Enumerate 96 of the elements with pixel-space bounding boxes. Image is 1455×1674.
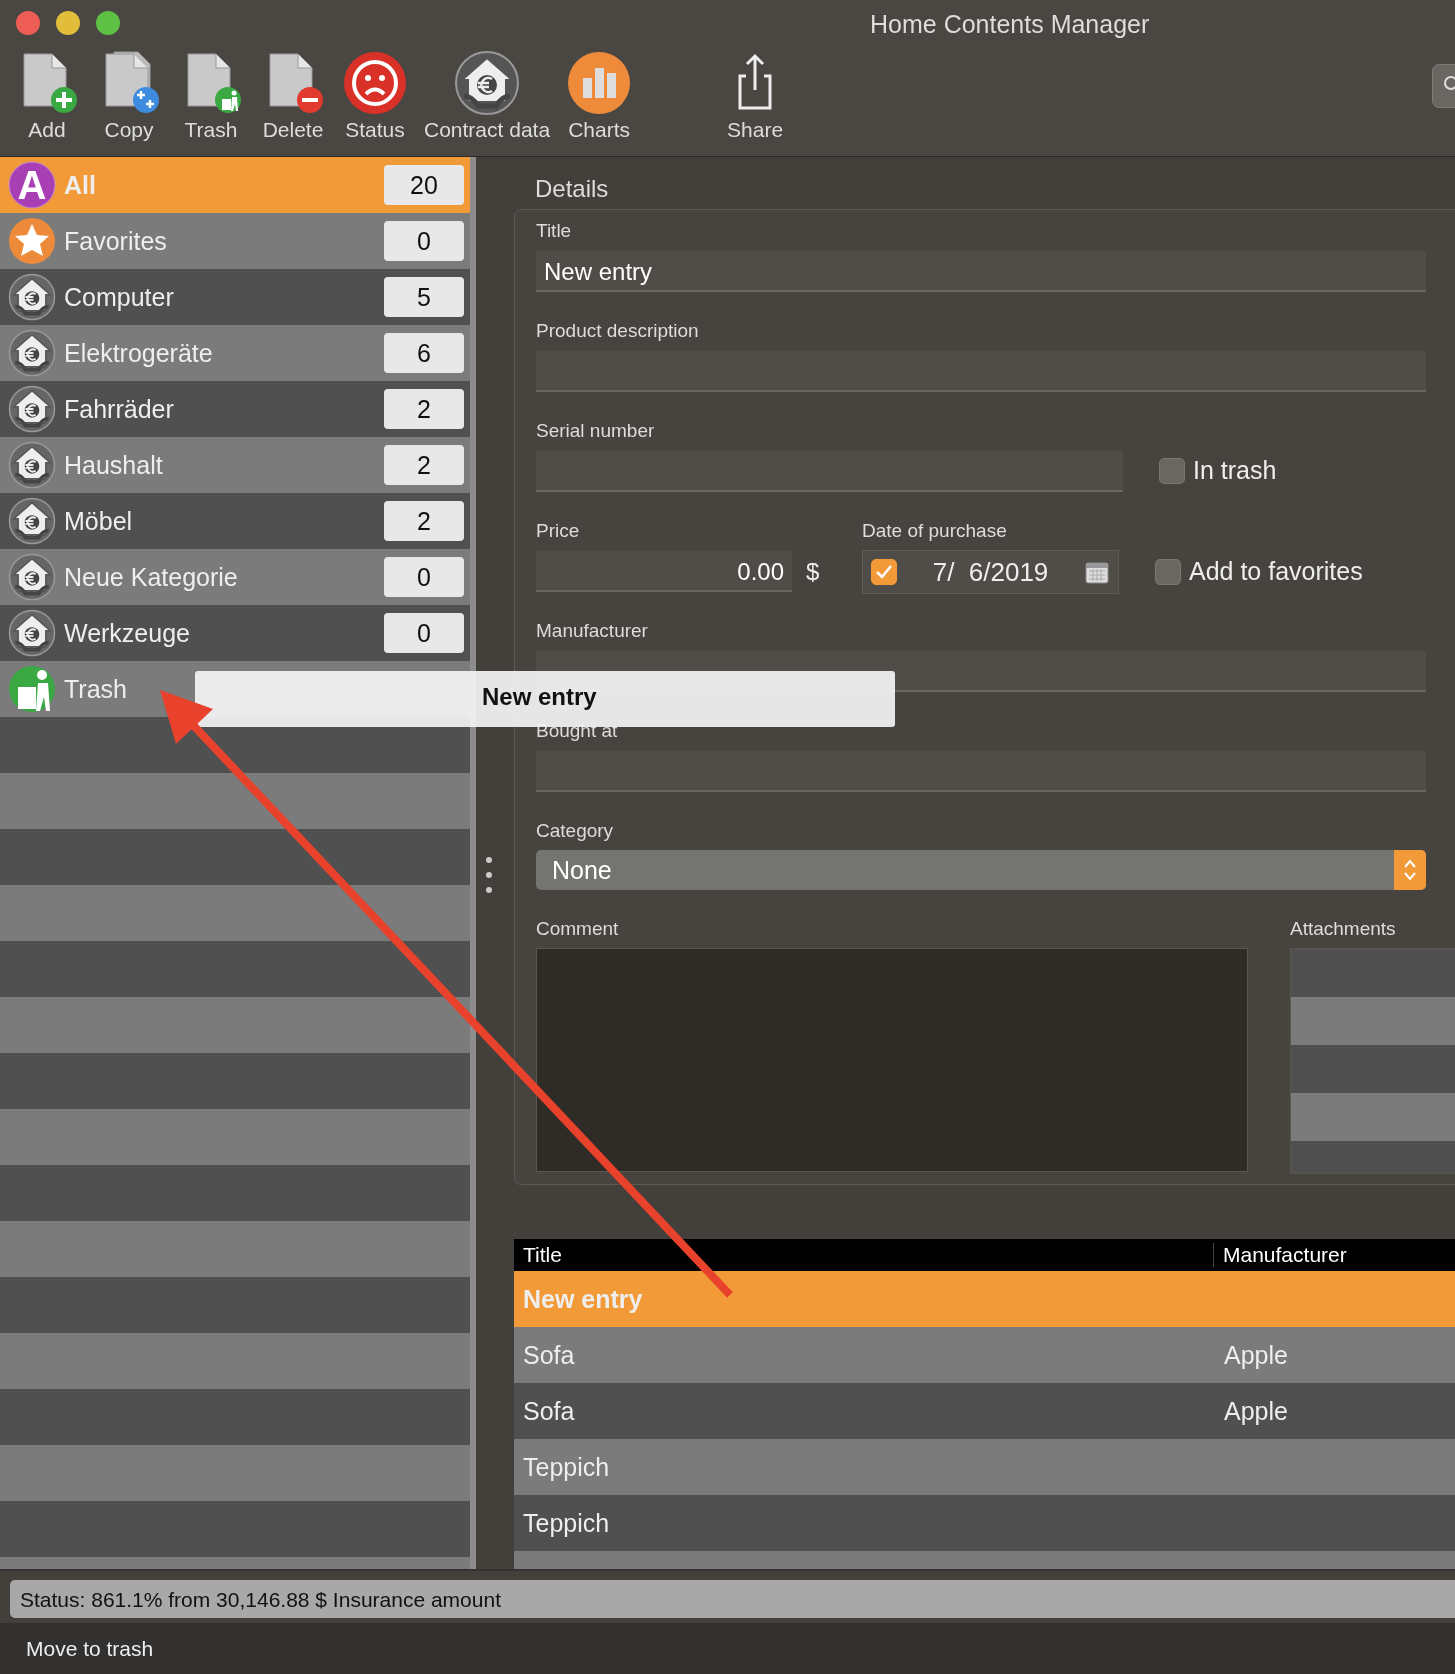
table-row[interactable]: Sofa Apple bbox=[514, 1383, 1455, 1439]
sidebar-label: Fahrräder bbox=[64, 394, 175, 424]
table-row[interactable]: Sofa Apple bbox=[514, 1327, 1455, 1383]
trash-toolbar-button[interactable]: Trash bbox=[174, 46, 248, 142]
sidebar-item[interactable]: Neue Kategorie 0 bbox=[0, 549, 470, 605]
sidebar-item[interactable]: A All 20 bbox=[0, 157, 470, 213]
column-header[interactable]: Title bbox=[514, 1243, 1214, 1267]
sidebar-item[interactable]: Computer 5 bbox=[0, 269, 470, 325]
table-cell-text: Sofa bbox=[522, 1340, 576, 1370]
house-euro-icon bbox=[8, 441, 56, 489]
house-euro-icon bbox=[8, 609, 56, 657]
item-count: 2 bbox=[384, 501, 464, 541]
trash-icon bbox=[8, 665, 56, 713]
house-euro-icon bbox=[454, 50, 521, 116]
item-count: 2 bbox=[384, 445, 464, 485]
status-bar: Status: 861.1% from 30,146.88 $ Insurance amount bbox=[10, 1580, 1455, 1618]
date-picker[interactable]: 7/ 6/2019 bbox=[862, 550, 1119, 594]
house-euro-icon bbox=[8, 385, 56, 433]
contract-toolbar-button[interactable]: Contract data bbox=[420, 46, 555, 142]
sidebar-item[interactable]: Favorites 0 bbox=[0, 213, 470, 269]
currency-label: $ bbox=[806, 558, 821, 587]
sidebar-label: All bbox=[64, 170, 97, 200]
sidebar-item[interactable]: Werkzeuge 0 bbox=[0, 605, 470, 661]
input-field[interactable] bbox=[536, 750, 1426, 792]
share-toolbar-button[interactable]: Share bbox=[718, 46, 793, 142]
checkbox[interactable]: Add to favorites bbox=[1155, 557, 1363, 586]
sidebar-label: Werkzeuge bbox=[64, 618, 191, 648]
status-toolbar-button[interactable]: Status bbox=[338, 46, 412, 142]
sidebar-label: Trash bbox=[64, 674, 128, 704]
letter-badge-icon: A bbox=[8, 161, 56, 209]
calendar-icon bbox=[1084, 559, 1110, 585]
sidebar-label: Neue Kategorie bbox=[64, 562, 239, 592]
attachments-list[interactable] bbox=[1290, 948, 1455, 1174]
field-label: Title bbox=[536, 220, 573, 242]
price-field[interactable]: 0.00 bbox=[536, 550, 792, 592]
input-field[interactable] bbox=[536, 450, 1123, 492]
field-label: Comment bbox=[536, 918, 620, 940]
field-label: Serial number bbox=[536, 420, 656, 442]
charts-toolbar-button[interactable]: Charts bbox=[562, 46, 637, 142]
delete-toolbar-button[interactable]: Delete bbox=[256, 46, 330, 142]
sidebar-label: Möbel bbox=[64, 506, 134, 536]
window-title: Home Contents Manager bbox=[870, 10, 1150, 39]
field-label: Manufacturer bbox=[536, 620, 649, 642]
sidebar-item[interactable]: Haushalt 2 bbox=[0, 437, 470, 493]
item-count: 0 bbox=[384, 557, 464, 597]
date-value: 7/ 6/2019 bbox=[931, 556, 1050, 588]
table-cell-text: Teppich bbox=[522, 1508, 611, 1538]
checkmark-icon bbox=[875, 563, 893, 581]
house-euro-icon bbox=[8, 329, 56, 377]
title-field[interactable]: New entry bbox=[536, 250, 1426, 292]
table-row[interactable]: Teppich bbox=[514, 1439, 1455, 1495]
checkbox[interactable]: In trash bbox=[1159, 456, 1277, 485]
item-count: 0 bbox=[384, 221, 464, 261]
input-field[interactable] bbox=[536, 350, 1426, 392]
close-button[interactable] bbox=[16, 11, 40, 35]
table-cell-text: New entry bbox=[522, 1284, 644, 1314]
item-count: 20 bbox=[384, 165, 464, 205]
house-euro-icon bbox=[8, 497, 56, 545]
sad-face-icon bbox=[342, 50, 408, 116]
sidebar-item[interactable]: Elektrogeräte 6 bbox=[0, 325, 470, 381]
sidebar-label: Favorites bbox=[64, 226, 168, 256]
minimize-button[interactable] bbox=[56, 11, 80, 35]
zoom-button[interactable] bbox=[96, 11, 120, 35]
field-label: Attachments bbox=[1290, 918, 1397, 940]
field-label: Category bbox=[536, 820, 615, 842]
table-cell-text: Sofa bbox=[522, 1396, 576, 1426]
comment-field[interactable] bbox=[536, 948, 1248, 1172]
add-toolbar-button[interactable]: Add bbox=[10, 46, 84, 142]
copy-toolbar-button[interactable]: Copy bbox=[92, 46, 166, 142]
sidebar-label: Elektrogeräte bbox=[64, 338, 214, 368]
item-count: 0 bbox=[384, 613, 464, 653]
field-label: Date of purchase bbox=[862, 520, 1008, 542]
item-count: 6 bbox=[384, 333, 464, 373]
category-dropdown[interactable]: None bbox=[536, 850, 1426, 890]
bar-chart-icon bbox=[566, 50, 633, 116]
section-heading: Details bbox=[535, 175, 610, 203]
house-euro-icon bbox=[8, 273, 56, 321]
chevron-updown-icon bbox=[1402, 857, 1418, 883]
table-cell-text: Teppich bbox=[522, 1452, 611, 1482]
drag-tooltip: New entry bbox=[195, 671, 895, 727]
house-euro-icon bbox=[8, 553, 56, 601]
sidebar-label: Haushalt bbox=[64, 450, 164, 480]
table-row[interactable]: Teppich bbox=[514, 1495, 1455, 1551]
sidebar-item[interactable]: Fahrräder 2 bbox=[0, 381, 470, 437]
sidebar-label: Computer bbox=[64, 282, 175, 312]
table-cell-text: Apple bbox=[1223, 1396, 1288, 1426]
table-cell-text: Apple bbox=[1223, 1340, 1288, 1370]
sidebar-item[interactable]: Möbel 2 bbox=[0, 493, 470, 549]
status-message: Move to trash bbox=[0, 1623, 1455, 1674]
field-label: Product description bbox=[536, 320, 700, 342]
item-count: 2 bbox=[384, 389, 464, 429]
splitter-handle-icon bbox=[486, 857, 492, 893]
column-header[interactable]: Manufacturer bbox=[1214, 1243, 1347, 1267]
checkbox[interactable] bbox=[871, 559, 897, 585]
field-label: Price bbox=[536, 520, 581, 542]
item-count: 5 bbox=[384, 277, 464, 317]
